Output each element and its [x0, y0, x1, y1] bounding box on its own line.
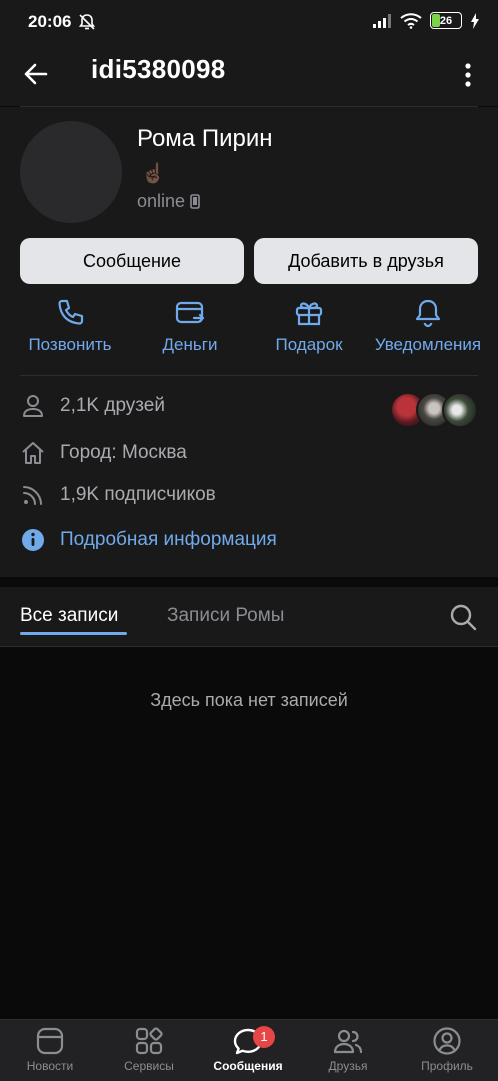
bell-off-icon	[78, 14, 96, 30]
services-icon	[135, 1027, 163, 1055]
friend-avatar	[442, 392, 478, 428]
unread-badge: 1	[253, 1026, 275, 1048]
nav-services[interactable]: Сервисы	[99, 1026, 199, 1073]
posts-tabs: Все записи Записи Ромы	[0, 587, 498, 647]
status-time: 20:06	[28, 12, 72, 31]
avatar[interactable]	[20, 121, 122, 223]
card-icon	[175, 301, 205, 324]
person-icon	[23, 395, 43, 417]
divider	[20, 375, 478, 376]
info-icon	[22, 529, 44, 551]
notifications-action[interactable]: Уведомления	[368, 297, 488, 355]
nav-profile-label: Профиль	[421, 1059, 473, 1073]
status-icons: 26	[372, 12, 480, 29]
more-options-icon[interactable]	[456, 58, 480, 92]
nav-news[interactable]: Новости	[0, 1026, 100, 1073]
nav-messages[interactable]: Сообщения 1	[198, 1026, 298, 1073]
nav-friends-label: Друзья	[328, 1059, 368, 1073]
tab-all-posts[interactable]: Все записи	[20, 605, 118, 627]
city-row: Город: Москва	[20, 440, 187, 466]
details-link: Подробная информация	[60, 529, 277, 550]
money-action[interactable]: Деньги	[130, 297, 250, 355]
signal-icon	[373, 13, 391, 28]
home-icon	[22, 442, 44, 464]
profile-icon	[433, 1027, 461, 1055]
details-row[interactable]: Подробная информация	[20, 527, 277, 553]
empty-posts-text: Здесь пока нет записей	[150, 690, 348, 710]
friends-row[interactable]: 2,1K друзей	[20, 393, 165, 419]
call-action[interactable]: Позвонить	[10, 297, 130, 355]
nav-profile[interactable]: Профиль	[397, 1026, 497, 1073]
rss-icon	[23, 486, 42, 505]
gift-icon	[295, 302, 323, 326]
profile-card: Рома Пирин ☝🏿 online Сообщение Добавить …	[0, 107, 498, 577]
battery-level: 26	[439, 14, 453, 27]
gift-label: Подарок	[275, 335, 343, 354]
friends-icon	[333, 1029, 363, 1054]
battery-icon: 26	[430, 12, 462, 29]
bottom-nav: Новости Сервисы Сообщения 1 Друзья Профи…	[0, 1019, 498, 1081]
nav-messages-label: Сообщения	[213, 1059, 283, 1073]
phone-icon	[58, 299, 84, 325]
profile-status-emoji: ☝🏿	[141, 163, 166, 185]
top-bar: idi5380098	[0, 44, 498, 106]
page-title: idi5380098	[91, 54, 226, 84]
followers-count: 1,9K подписчиков	[60, 484, 216, 505]
friends-count: 2,1K друзей	[60, 395, 165, 416]
back-arrow-icon[interactable]	[20, 58, 52, 90]
message-button[interactable]: Сообщение	[20, 238, 244, 284]
status-bar: 20:06 26	[0, 0, 498, 44]
add-friend-button[interactable]: Добавить в друзья	[254, 238, 478, 284]
wifi-icon	[400, 12, 422, 29]
nav-friends[interactable]: Друзья	[298, 1026, 398, 1073]
call-label: Позвонить	[28, 335, 112, 354]
nav-services-label: Сервисы	[124, 1059, 174, 1073]
search-icon[interactable]	[448, 602, 478, 632]
tabs-divider	[0, 646, 498, 647]
friends-avatars[interactable]	[390, 392, 478, 428]
online-status-text: online	[137, 191, 186, 211]
nav-news-label: Новости	[26, 1059, 74, 1073]
city-text: Город: Москва	[60, 442, 187, 463]
followers-row[interactable]: 1,9K подписчиков	[20, 482, 216, 508]
online-status: online	[137, 191, 200, 212]
bell-icon	[415, 299, 441, 328]
notifications-label: Уведомления	[374, 335, 482, 354]
news-icon	[36, 1027, 64, 1055]
money-label: Деньги	[162, 335, 218, 354]
charging-icon	[471, 12, 479, 29]
gift-action[interactable]: Подарок	[249, 297, 369, 355]
profile-name: Рома Пирин	[137, 125, 273, 152]
tab-own-posts[interactable]: Записи Ромы	[167, 605, 284, 627]
tab-active-indicator	[20, 632, 127, 635]
mobile-icon	[190, 194, 200, 209]
